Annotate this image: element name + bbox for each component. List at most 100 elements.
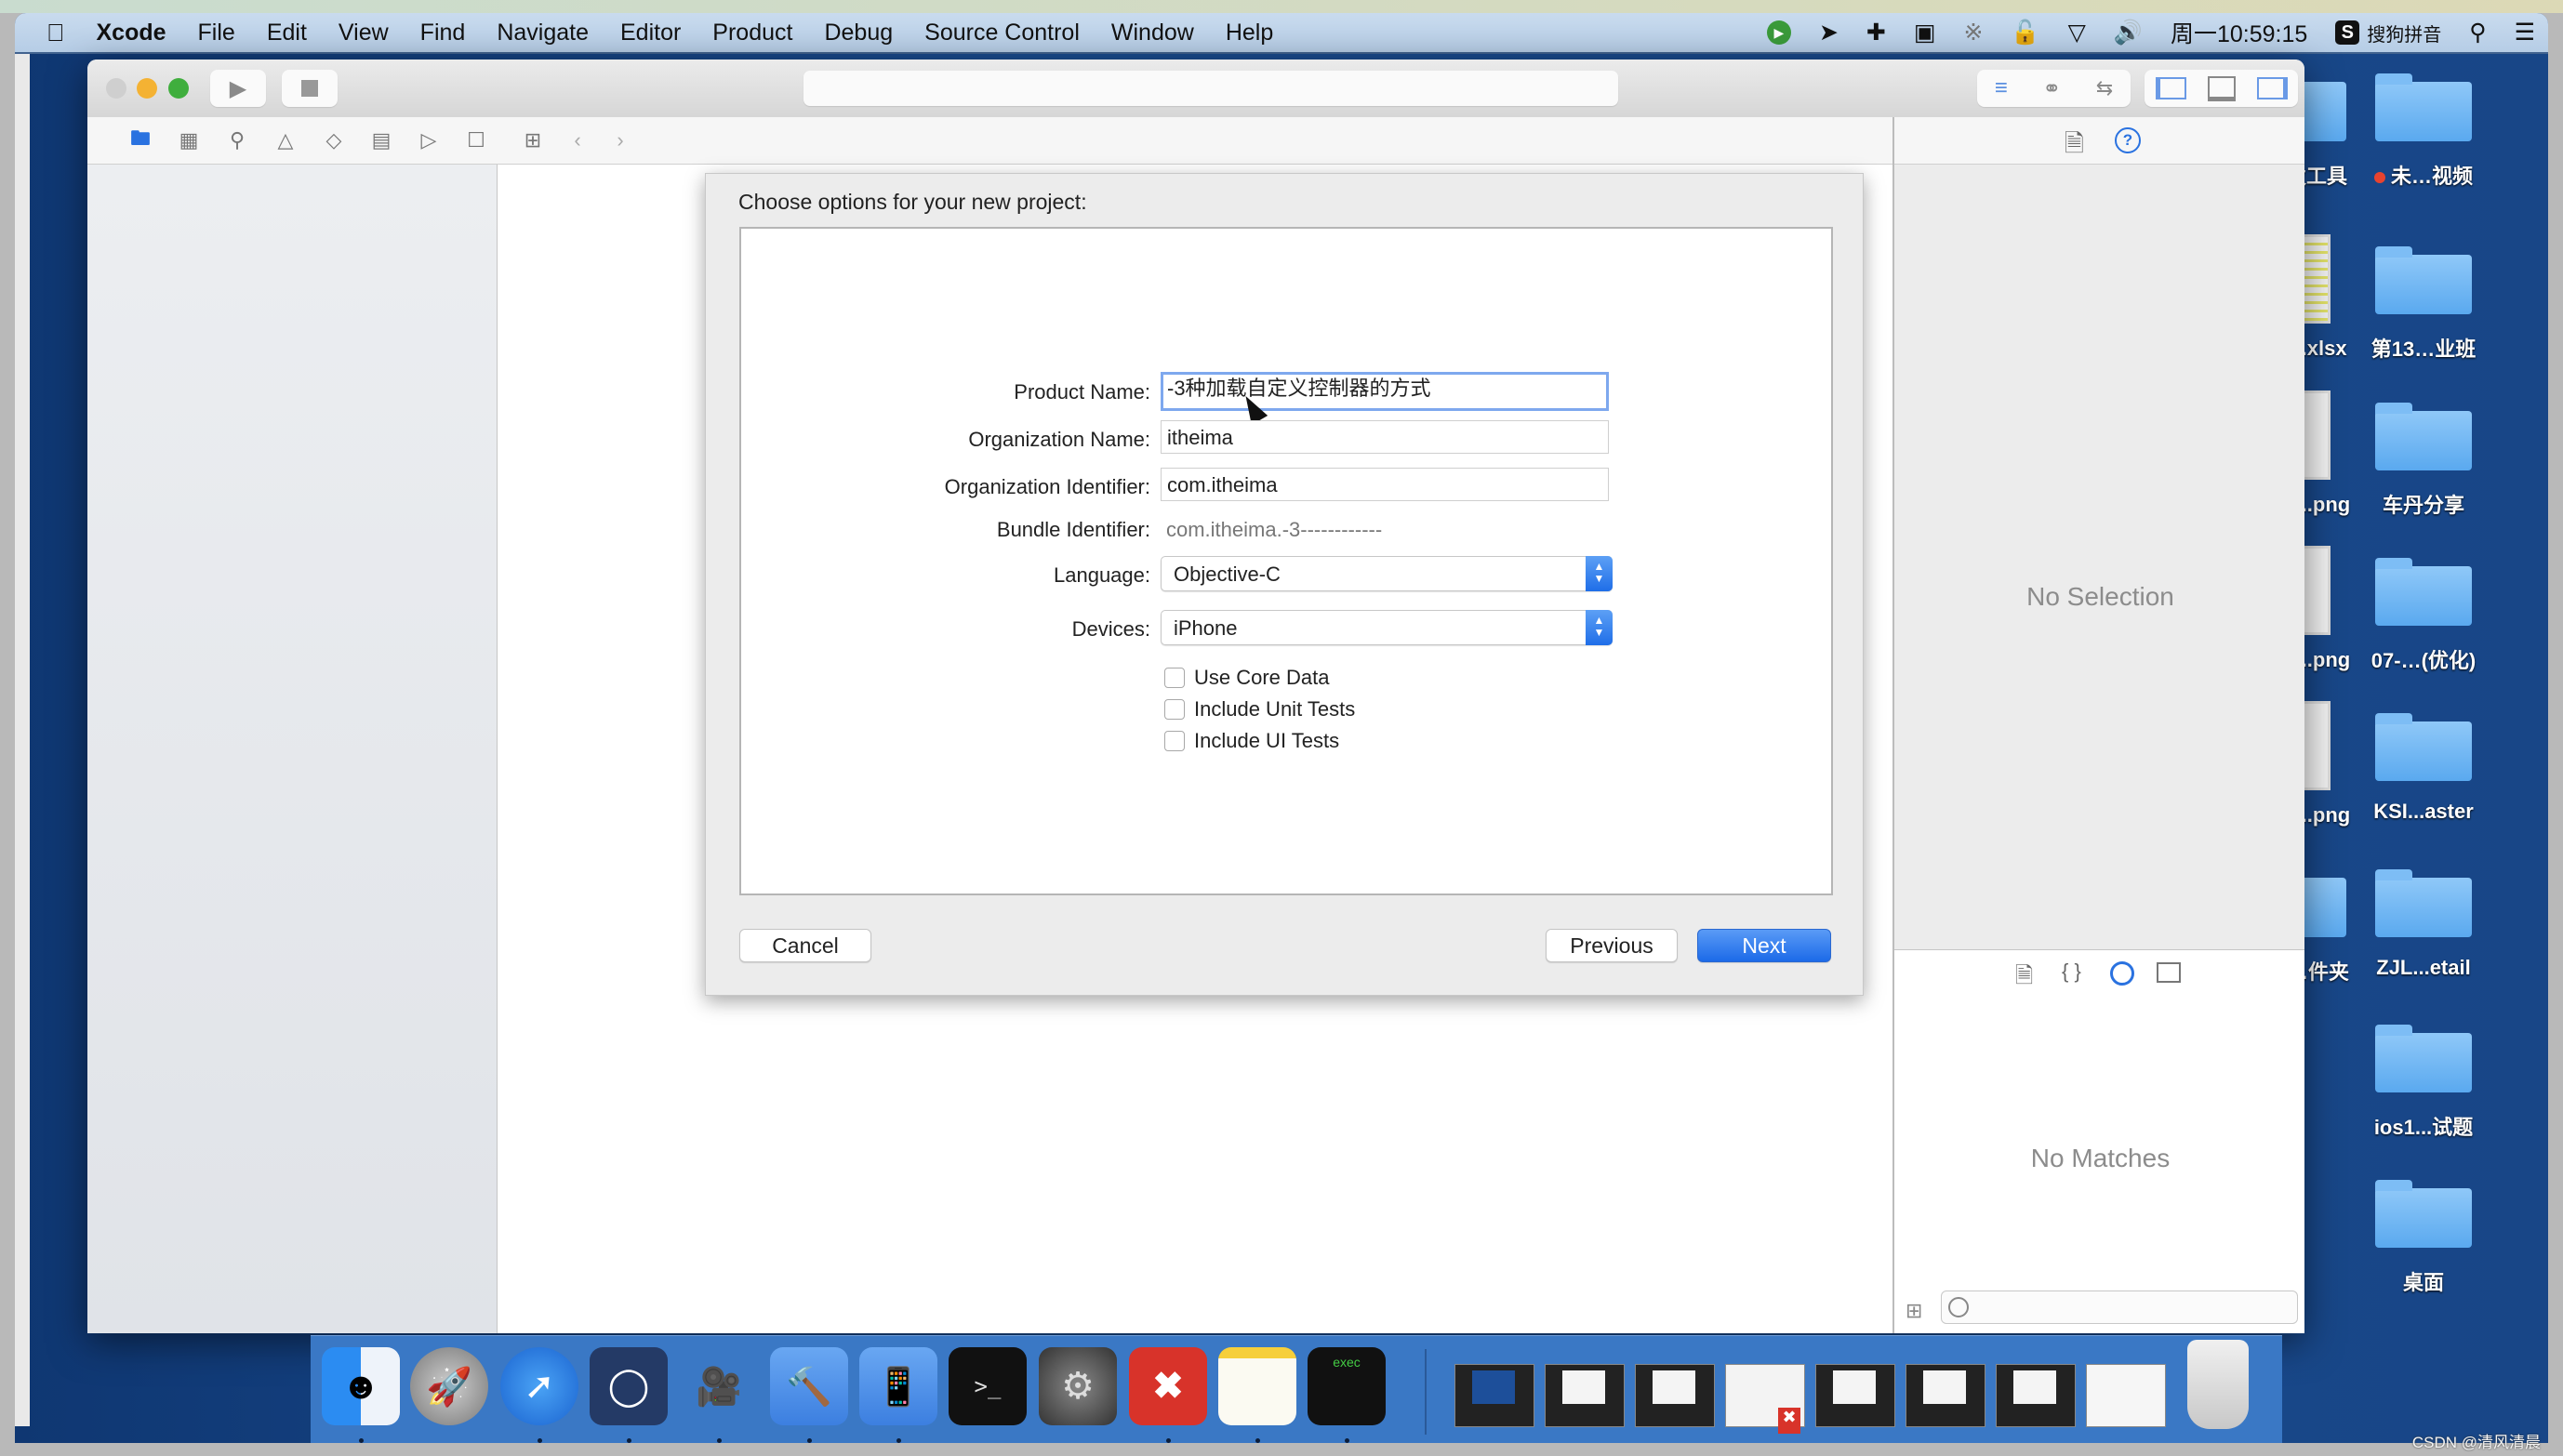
zoom-button[interactable] — [168, 78, 189, 99]
organization-identifier-field[interactable]: com.itheima — [1161, 468, 1609, 501]
folder-icon — [2375, 713, 2472, 781]
assistant-editor-icon[interactable]: ⚭ — [2042, 75, 2061, 102]
previous-button[interactable]: Previous — [1546, 929, 1678, 962]
issue-navigator-icon[interactable]: △ — [270, 125, 301, 156]
simulator-icon[interactable]: 📱 — [859, 1347, 937, 1425]
minimized-window[interactable] — [1635, 1364, 1715, 1427]
organization-name-field[interactable]: itheima — [1161, 420, 1609, 454]
menu-window[interactable]: Window — [1111, 20, 1194, 46]
report-navigator-icon[interactable]: ☐ — [460, 125, 492, 156]
xcode-icon[interactable]: 🔨 — [770, 1347, 848, 1425]
video-app-icon[interactable]: 🎥 — [680, 1347, 758, 1425]
include-ui-tests-checkbox[interactable]: Include UI Tests — [1164, 729, 1339, 753]
minimized-window[interactable] — [1454, 1364, 1534, 1427]
menu-debug[interactable]: Debug — [824, 20, 893, 46]
menu-view[interactable]: View — [339, 20, 389, 46]
standard-editor-icon[interactable]: ≡ — [1995, 75, 2008, 101]
input-method-icon[interactable]: S — [2335, 20, 2360, 45]
clock[interactable]: 周一10:59:15 — [2171, 16, 2307, 49]
grid-view-icon[interactable]: ⊞ — [1906, 1299, 1922, 1323]
run-button[interactable]: ▶ — [210, 70, 266, 107]
lock-icon[interactable]: 🔓 — [2011, 20, 2039, 46]
notes-icon[interactable] — [1218, 1347, 1296, 1425]
include-unit-tests-checkbox[interactable]: Include Unit Tests — [1164, 697, 1355, 721]
library-filter-field[interactable] — [1941, 1291, 2298, 1324]
test-navigator-icon[interactable]: ◇ — [318, 125, 350, 156]
xmind-icon[interactable]: ✖ — [1129, 1347, 1207, 1425]
back-icon[interactable]: ‹ — [562, 125, 593, 156]
record-icon[interactable]: ▶ — [1766, 20, 1791, 45]
minimized-window[interactable] — [1545, 1364, 1625, 1427]
location-icon[interactable]: ➤ — [1819, 19, 1839, 46]
launchpad-icon[interactable]: 🚀 — [410, 1347, 488, 1425]
minimized-window[interactable] — [1906, 1364, 1985, 1427]
toggle-debug-area-icon[interactable] — [2207, 75, 2236, 101]
safari-icon[interactable]: ➚ — [500, 1347, 578, 1425]
finder-icon[interactable]: ☻ — [322, 1347, 400, 1425]
forward-icon[interactable]: › — [604, 125, 636, 156]
close-button[interactable] — [106, 78, 126, 99]
menu-product[interactable]: Product — [712, 20, 792, 46]
code-snippet-library-icon[interactable]: { } — [2062, 960, 2081, 984]
stop-button[interactable] — [282, 70, 338, 107]
use-core-data-checkbox[interactable]: Use Core Data — [1164, 666, 1330, 690]
mouse-app-icon[interactable]: ◯ — [590, 1347, 668, 1425]
file-template-library-icon[interactable]: 🗎 — [2015, 960, 2033, 998]
minimized-window[interactable] — [1815, 1364, 1895, 1427]
desktop-item[interactable]: 车丹分享 — [2354, 403, 2493, 519]
desktop-item[interactable]: KSI...aster — [2354, 713, 2493, 824]
desktop-item[interactable]: 桌面 — [2354, 1180, 2493, 1296]
checkbox-box[interactable] — [1164, 699, 1185, 720]
find-navigator-icon[interactable]: ⚲ — [221, 125, 253, 156]
menu-source-control[interactable]: Source Control — [924, 20, 1080, 46]
menu-file[interactable]: File — [198, 20, 235, 46]
screen-record-icon[interactable]: ▣ — [1914, 19, 1936, 46]
desktop-item[interactable]: ios1...试题 — [2354, 1025, 2493, 1141]
toggle-navigator-icon[interactable] — [2155, 77, 2186, 99]
menu-app-name[interactable]: Xcode — [97, 20, 166, 46]
trash-icon[interactable] — [2187, 1340, 2249, 1429]
menu-find[interactable]: Find — [420, 20, 466, 46]
input-method-label[interactable]: 搜狗拼音 — [2367, 20, 2441, 46]
console-icon[interactable]: exec — [1308, 1347, 1386, 1425]
minimized-window[interactable]: ✖ — [1725, 1364, 1805, 1434]
desktop-item[interactable]: 第13…业班 — [2354, 246, 2493, 363]
minimized-window[interactable] — [1996, 1364, 2076, 1427]
toggle-utilities-icon[interactable] — [2256, 77, 2288, 99]
product-name-field[interactable]: -3种加载自定义控制器的方式 — [1161, 372, 1609, 411]
menu-navigate[interactable]: Navigate — [497, 20, 589, 46]
notification-center-icon[interactable]: ☰ — [2515, 19, 2535, 46]
volume-icon[interactable]: 🔊 — [2114, 20, 2143, 46]
spotlight-icon[interactable]: ⚲ — [2469, 19, 2486, 46]
debug-navigator-icon[interactable]: ▤ — [365, 125, 397, 156]
object-library-icon[interactable] — [2110, 961, 2134, 986]
version-editor-icon[interactable]: ⇆ — [2096, 76, 2113, 100]
desktop-item[interactable]: 未…视频 — [2354, 73, 2493, 190]
terminal-icon[interactable]: >_ — [949, 1347, 1027, 1425]
related-items-icon[interactable]: ⊞ — [517, 125, 549, 156]
project-navigator-icon[interactable]: 🖿 — [125, 125, 156, 156]
minimized-window[interactable] — [2086, 1364, 2166, 1427]
file-inspector-icon[interactable]: 🗎 — [2065, 126, 2084, 167]
next-button[interactable]: Next — [1697, 929, 1831, 962]
checkbox-box[interactable] — [1164, 731, 1185, 751]
symbol-navigator-icon[interactable]: ▦ — [173, 125, 205, 156]
language-popup[interactable]: Objective-C ▲ ▼ — [1161, 556, 1613, 591]
minimize-button[interactable] — [137, 78, 157, 99]
menu-editor[interactable]: Editor — [620, 20, 681, 46]
bluetooth-icon[interactable]: ※ — [1963, 19, 1983, 46]
desktop-item[interactable]: 07-…(优化) — [2354, 558, 2493, 674]
apple-menu-icon[interactable]:  — [46, 19, 65, 47]
cancel-button[interactable]: Cancel — [739, 929, 871, 962]
menu-help[interactable]: Help — [1226, 20, 1273, 46]
checkbox-box[interactable] — [1164, 668, 1185, 688]
system-preferences-icon[interactable]: ⚙ — [1039, 1347, 1117, 1425]
devices-popup[interactable]: iPhone ▲ ▼ — [1161, 610, 1613, 645]
menu-edit[interactable]: Edit — [267, 20, 307, 46]
media-library-icon[interactable] — [2157, 962, 2181, 983]
desktop-item[interactable]: ZJL...etail — [2354, 869, 2493, 980]
quick-help-icon[interactable]: ? — [2115, 127, 2141, 153]
wifi-icon[interactable]: ▽ — [2068, 19, 2086, 46]
breakpoint-navigator-icon[interactable]: ▷ — [413, 125, 445, 156]
network-icon[interactable]: ✚ — [1866, 19, 1886, 46]
